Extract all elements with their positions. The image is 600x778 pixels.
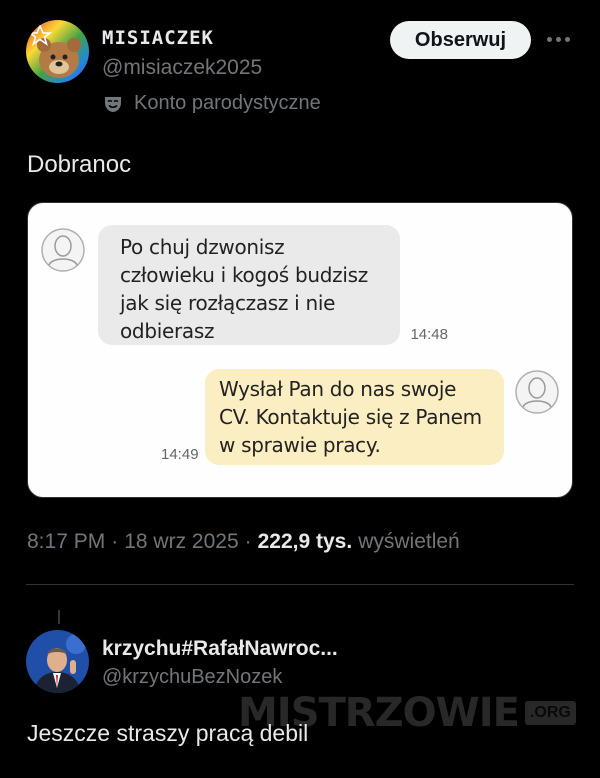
parody-mask-icon (105, 96, 121, 112)
incoming-avatar-icon (41, 228, 85, 272)
outgoing-message-time: 14:49 (161, 446, 199, 463)
follow-button[interactable]: Obserwuj (390, 21, 531, 59)
tweet-text: Dobranoc (27, 151, 132, 178)
tweet-date[interactable]: 18 wrz 2025 (124, 530, 238, 554)
outgoing-message-text: Wysłał Pan do nas swoje CV. Kontaktuje s… (219, 375, 501, 459)
reply-author-name[interactable]: krzychu#RafałNawroc... (102, 637, 338, 661)
author-handle[interactable]: @misiaczek2025 (102, 56, 262, 80)
views-count: 222,9 tys. (257, 530, 353, 553)
author-avatar[interactable] (26, 20, 89, 83)
outgoing-line: w sprawie pracy. (219, 433, 381, 457)
outgoing-line: CV. Kontaktuje się z Panem (219, 405, 482, 429)
parody-label: Konto parodystyczne (134, 92, 321, 114)
outgoing-message-bubble: Wysłał Pan do nas swoje CV. Kontaktuje s… (205, 369, 504, 465)
outgoing-line: Wysłał Pan do nas swoje (219, 377, 457, 401)
incoming-line: odbierasz (120, 319, 215, 343)
tweet-page: MISIACZEK @misiaczek2025 Konto parodysty… (0, 0, 600, 778)
watermark-suffix: .ORG (524, 701, 576, 725)
outgoing-avatar-icon (515, 370, 559, 414)
tweet-time[interactable]: 8:17 PM (27, 530, 105, 554)
meta-separator: · (244, 530, 252, 553)
more-horizontal-icon[interactable] (543, 32, 573, 46)
incoming-line: jak się rozłączasz i nie (120, 291, 336, 315)
views-label: wyświetleń (358, 530, 460, 553)
incoming-message-time: 14:48 (410, 326, 448, 343)
divider (26, 584, 574, 585)
thread-connector (58, 610, 60, 624)
reply-author-handle[interactable]: @krzychuBezNozek (102, 666, 282, 689)
tweet-media-image[interactable]: Po chuj dzwonisz człowieku i kogoś budzi… (27, 202, 573, 498)
meta-separator: · (111, 530, 119, 553)
incoming-message-text: Po chuj dzwonisz człowieku i kogoś budzi… (120, 233, 390, 345)
author-display-name[interactable]: MISIACZEK (102, 27, 214, 49)
parody-badge: Konto parodystyczne (102, 92, 321, 115)
reply-author-avatar[interactable] (26, 630, 89, 693)
reply-text: Jeszcze straszy pracą debil (27, 720, 309, 746)
incoming-message-bubble: Po chuj dzwonisz człowieku i kogoś budzi… (98, 225, 448, 345)
tweet-meta: 8:17 PM · 18 wrz 2025 · 222,9 tys. wyświ… (27, 530, 460, 554)
incoming-line: człowieku i kogoś budzisz (120, 263, 368, 287)
incoming-line: Po chuj dzwonisz (120, 235, 285, 259)
